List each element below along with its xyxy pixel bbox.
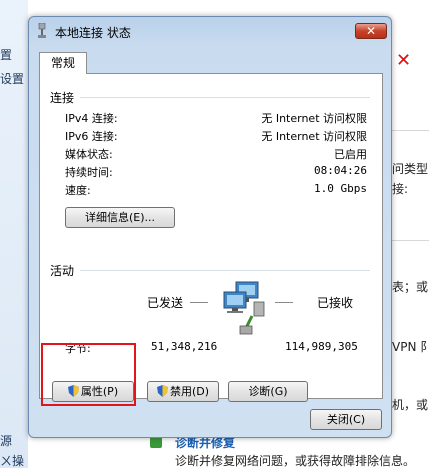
- background-right-text: 问类型: [392, 162, 429, 176]
- background-diagnose-description: 诊断并修复网络问题，或获得故障排除信息。: [175, 454, 416, 468]
- media-state-value: 已启用: [334, 148, 367, 161]
- duration-value: 08:04:26: [314, 164, 367, 177]
- details-button[interactable]: 详细信息(E)...: [65, 207, 175, 228]
- ipv6-connectivity-value: 无 Internet 访问权限: [261, 130, 367, 143]
- received-label: 已接收: [317, 296, 354, 310]
- title-close-button[interactable]: ✕: [355, 23, 387, 39]
- network-adapter-icon: [38, 23, 46, 38]
- background-right-text: VPN 阝: [392, 340, 429, 354]
- sent-label: 已发送: [147, 296, 184, 310]
- speed-label: 速度:: [65, 184, 91, 197]
- highlight-annotation-box: [41, 343, 136, 406]
- disable-button-label: 禁用(D): [169, 385, 210, 398]
- ipv4-connectivity-value: 无 Internet 访问权限: [261, 112, 367, 125]
- activity-group-label: 活动: [50, 264, 75, 278]
- bytes-sent-value: 51,348,216: [151, 340, 218, 353]
- close-button[interactable]: 关闭(C): [310, 409, 382, 430]
- bytes-received-value: 114,989,305: [285, 340, 358, 353]
- activity-group-divider: [80, 270, 370, 271]
- media-state-label: 媒体状态:: [65, 148, 113, 161]
- background-right-text: 接:: [392, 182, 409, 196]
- disable-button[interactable]: 禁用(D): [147, 381, 219, 402]
- uac-shield-icon: [156, 385, 168, 397]
- network-computers-icon: [223, 281, 265, 335]
- background-left-item[interactable]: 源: [0, 432, 12, 449]
- disconnected-x-icon: ✕: [396, 50, 412, 71]
- sent-line: [190, 302, 208, 303]
- ipv6-connectivity-label: IPv6 连接:: [65, 130, 118, 143]
- diagnose-button[interactable]: 诊断(G): [228, 381, 308, 402]
- background-divider: [392, 130, 429, 131]
- background-right-text: 机，或: [392, 398, 429, 412]
- background-divider: [392, 240, 429, 241]
- dialog-title: 本地连接 状态: [55, 26, 131, 40]
- connection-group-label: 连接: [50, 91, 75, 105]
- speed-value: 1.0 Gbps: [314, 182, 367, 195]
- background-left-item[interactable]: 设置: [0, 70, 24, 87]
- ipv4-connectivity-label: IPv4 连接:: [65, 112, 118, 125]
- background-left-item[interactable]: ㄨ操: [0, 452, 24, 469]
- background-right-text: 表；或: [392, 280, 429, 294]
- received-line: [275, 302, 293, 303]
- connection-group-divider: [80, 97, 370, 98]
- background-left-item[interactable]: 置: [0, 46, 12, 63]
- duration-label: 持续时间:: [65, 166, 113, 179]
- tab-general[interactable]: 常规: [39, 52, 87, 74]
